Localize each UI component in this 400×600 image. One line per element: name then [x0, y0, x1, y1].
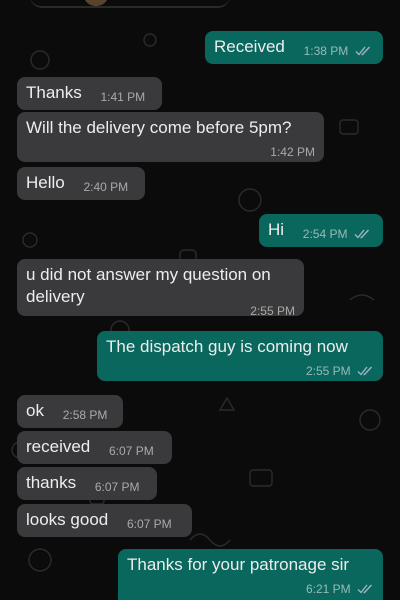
- message-text: Hello: [26, 173, 65, 192]
- double-check-icon: [354, 229, 369, 239]
- message-meta: 6:21 PM: [127, 578, 374, 600]
- message-bubble-incoming[interactable]: Will the delivery come before 5pm? 1:42 …: [17, 112, 324, 162]
- message-text: received: [26, 437, 91, 456]
- header-edge: [30, 0, 230, 8]
- message-meta: 2:54 PM: [303, 223, 371, 245]
- message-time: 2:40 PM: [83, 180, 129, 194]
- message-time: 2:58 PM: [62, 408, 108, 422]
- message-bubble-outgoing[interactable]: Received 1:38 PM: [205, 31, 383, 64]
- message-text: Received: [214, 37, 285, 56]
- message-bubble-incoming[interactable]: ok 2:58 PM: [17, 395, 123, 428]
- message-time: 2:55 PM: [305, 364, 351, 378]
- message-bubble-outgoing[interactable]: Hi 2:54 PM: [259, 214, 383, 247]
- message-text: The dispatch guy is coming now: [106, 337, 348, 356]
- message-text: Thanks for your patronage sir: [127, 555, 350, 574]
- double-check-icon: [357, 584, 373, 594]
- message-bubble-incoming[interactable]: thanks 6:07 PM: [17, 467, 157, 500]
- double-check-icon: [357, 366, 373, 376]
- message-time: 6:07 PM: [126, 517, 172, 531]
- message-bubble-incoming[interactable]: Thanks 1:41 PM: [17, 77, 162, 110]
- message-text: Will the delivery come before 5pm?: [26, 118, 292, 137]
- message-bubble-incoming[interactable]: received 6:07 PM: [17, 431, 172, 464]
- message-text: ok: [26, 401, 44, 420]
- message-text: looks good: [26, 510, 109, 529]
- message-text: thanks: [26, 473, 77, 492]
- message-bubble-incoming[interactable]: Hello 2:40 PM: [17, 167, 145, 200]
- message-bubble-outgoing[interactable]: The dispatch guy is coming now 2:55 PM: [97, 331, 383, 381]
- message-time: 6:07 PM: [94, 480, 140, 494]
- message-time: 1:38 PM: [303, 44, 349, 58]
- message-time: 1:41 PM: [100, 90, 146, 104]
- message-time: 6:21 PM: [305, 582, 351, 596]
- message-meta: 1:38 PM: [304, 40, 372, 62]
- message-bubble-incoming[interactable]: u did not answer my question on delivery…: [17, 259, 304, 318]
- message-bubble-outgoing[interactable]: Thanks for your patronage sir 6:21 PM: [118, 549, 383, 600]
- message-time: 1:42 PM: [270, 145, 315, 159]
- chat-screen: Received 1:38 PM Thanks 1:41 PM Will the…: [0, 0, 400, 600]
- message-text: Thanks: [26, 83, 82, 102]
- double-check-icon: [355, 46, 370, 56]
- message-meta: 2:55 PM: [106, 360, 374, 382]
- message-time: 2:54 PM: [302, 227, 348, 241]
- message-bubble-incoming[interactable]: looks good 6:07 PM: [17, 504, 192, 537]
- message-time: 6:07 PM: [109, 444, 154, 458]
- message-text: Hi: [268, 220, 285, 239]
